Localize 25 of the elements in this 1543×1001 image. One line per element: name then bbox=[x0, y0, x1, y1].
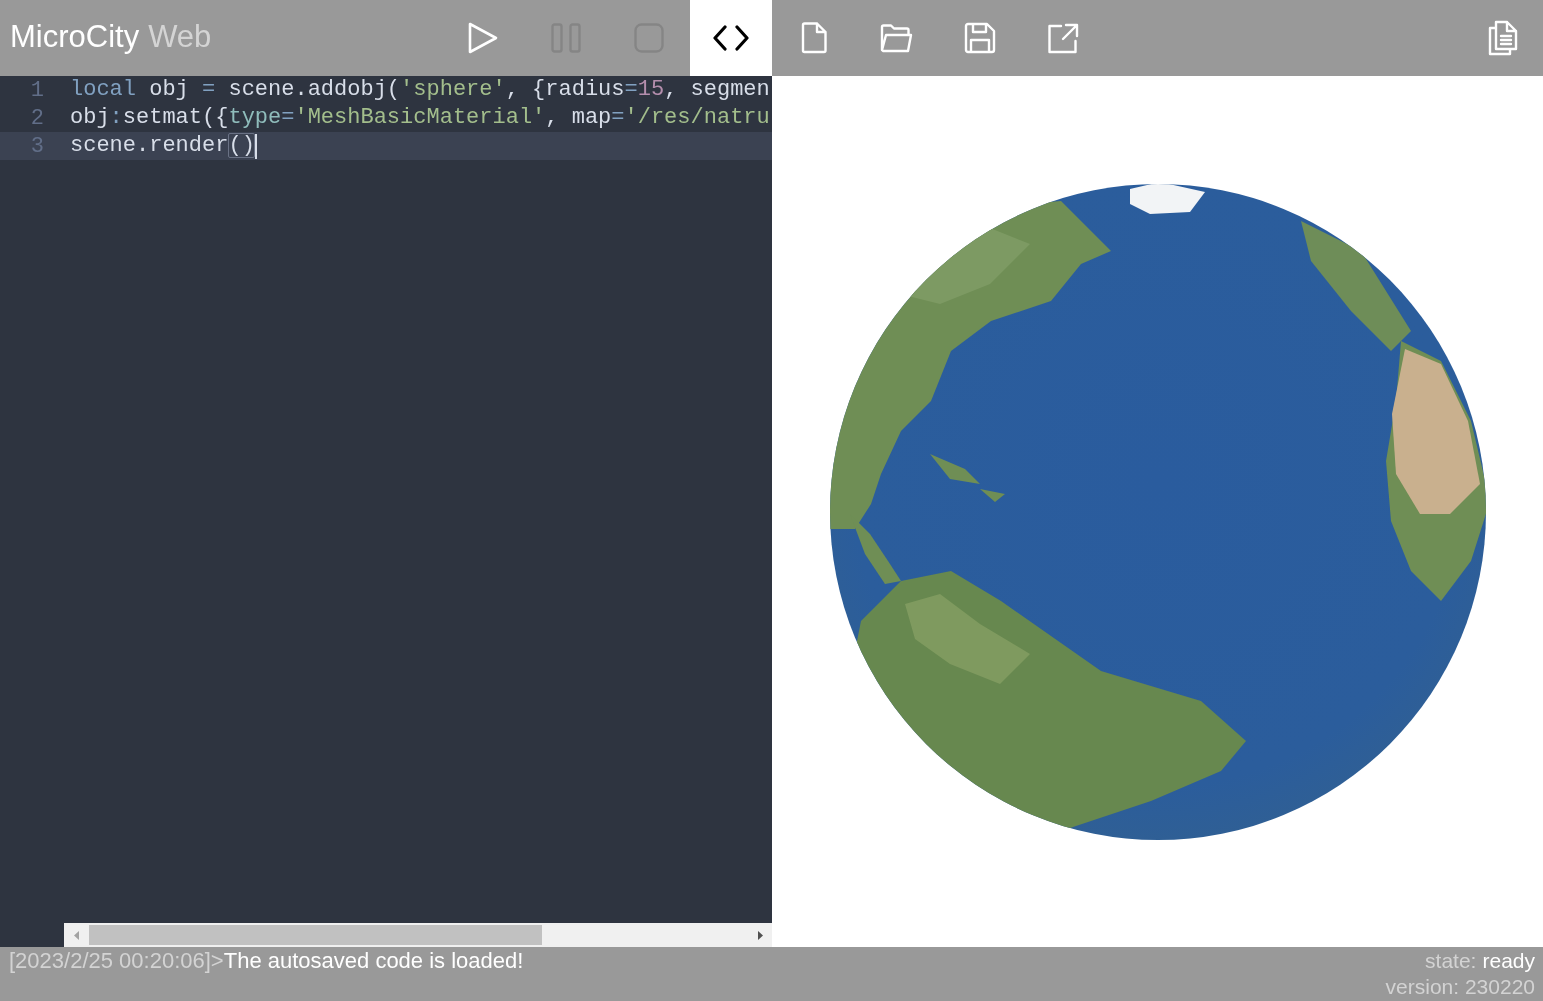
code-line: obj:setmat({type='MeshBasicMaterial', map='/res/natru bbox=[70, 105, 770, 131]
play-icon bbox=[467, 22, 498, 54]
scroll-left-arrow-icon[interactable] bbox=[73, 930, 79, 940]
version-text: version: 230220 bbox=[1385, 974, 1535, 1000]
log-prompt: > bbox=[210, 947, 224, 975]
save-icon bbox=[963, 22, 996, 54]
scroll-right-arrow-icon[interactable] bbox=[757, 930, 763, 940]
external-link-icon bbox=[1046, 22, 1079, 54]
line-number: 2 bbox=[29, 105, 44, 131]
horizontal-scrollbar[interactable] bbox=[64, 923, 772, 947]
app-title-suffix: Web bbox=[148, 19, 212, 55]
log-timestamp: [2023/2/25 00:20:06] bbox=[9, 947, 211, 975]
log-message: The autosaved code is loaded! bbox=[223, 947, 524, 975]
folder-icon bbox=[880, 23, 913, 53]
scrollbar-thumb[interactable] bbox=[89, 925, 542, 945]
app-title: MicroCity bbox=[10, 19, 140, 55]
code-line: local obj = scene.addobj('sphere', {radius=15, segmen bbox=[70, 77, 770, 103]
state-label: state: bbox=[1425, 948, 1477, 974]
line-number: 1 bbox=[29, 77, 44, 103]
state-value: ready bbox=[1482, 948, 1535, 974]
code-line: scene.render() bbox=[70, 133, 255, 159]
file-icon bbox=[800, 22, 827, 54]
text-cursor-icon bbox=[254, 133, 257, 159]
code-view-button[interactable] bbox=[690, 0, 772, 76]
code-icon bbox=[713, 25, 749, 51]
